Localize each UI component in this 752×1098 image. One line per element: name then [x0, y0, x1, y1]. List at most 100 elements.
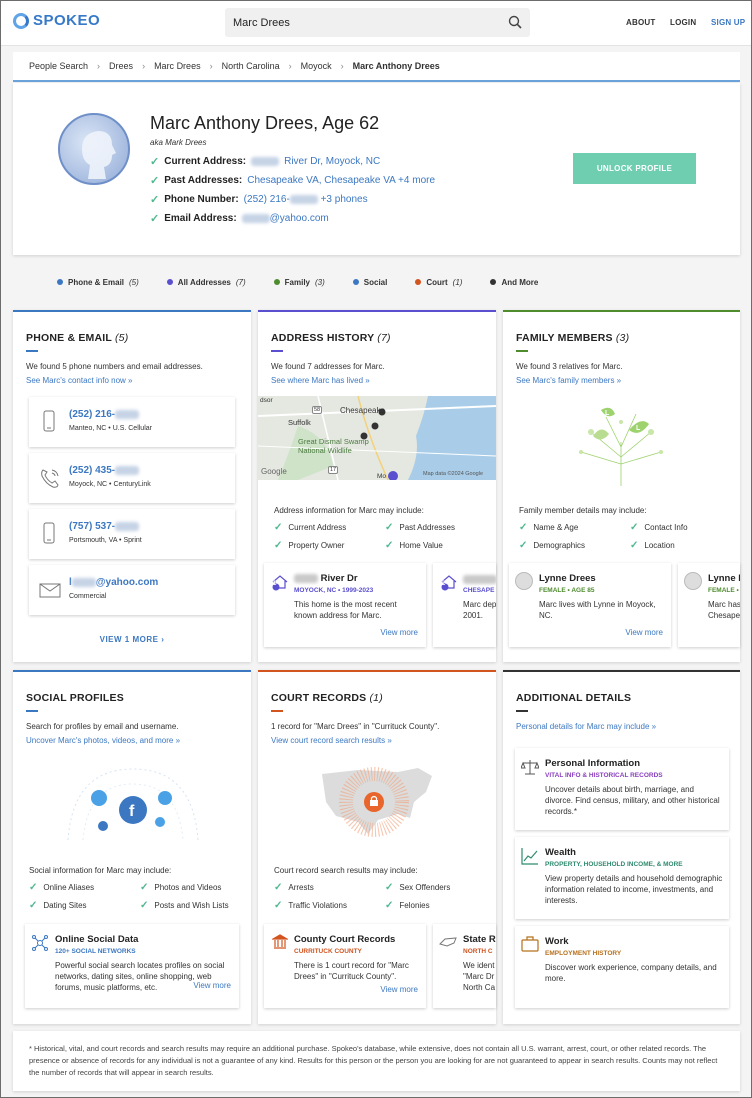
check-icon: ✓: [274, 882, 283, 893]
map-label: Mo: [377, 473, 387, 480]
state-record-item[interactable]: State R NORTH C We ident "Marc Dr North …: [433, 924, 496, 1008]
view-more-link[interactable]: View more: [380, 628, 418, 637]
chevron-right-icon: ›: [209, 61, 213, 71]
redacted-text: [294, 573, 318, 583]
view-more-link[interactable]: View more: [625, 628, 663, 637]
email-label: Email Address:: [164, 213, 237, 224]
past-addresses-link[interactable]: Chesapeake VA, Chesapeake VA +4 more: [247, 175, 435, 186]
feature-item: ✓ Contact Info: [630, 522, 688, 533]
landline-phone-icon: [41, 469, 59, 488]
view-more-link[interactable]: View more: [190, 981, 231, 990]
check-icon: ✓: [274, 900, 283, 911]
profile-card: Marc Anthony Drees, Age 62 aka Mark Dree…: [13, 83, 740, 255]
view-more-link[interactable]: View more: [380, 985, 418, 994]
email-meta: Commercial: [69, 593, 107, 600]
phone-item[interactable]: (757) 537- Portsmouth, VA • Sprint: [29, 509, 235, 559]
addresses-link[interactable]: See where Marc has lived »: [271, 376, 370, 385]
online-social-data-item[interactable]: Online Social Data 120+ SOCIAL NETWORKS …: [25, 924, 239, 1008]
county-court-item[interactable]: County Court Records CURRITUCK COUNTY Th…: [264, 924, 426, 1008]
tab-and-more[interactable]: And More: [490, 278, 538, 287]
email-item[interactable]: l @yahoo.com Commercial: [29, 565, 235, 615]
card-title: PHONE & EMAIL (5): [26, 332, 129, 344]
chevron-right-icon: ›: [142, 61, 146, 71]
item-title: Personal Information: [545, 758, 641, 769]
personal-info-item[interactable]: Personal Information VITAL INFO & HISTOR…: [515, 748, 729, 830]
nav-about[interactable]: ABOUT: [626, 18, 655, 27]
search-bar: [225, 8, 530, 37]
breadcrumb-item[interactable]: Drees: [109, 61, 133, 71]
tab-court[interactable]: Court (1): [415, 278, 462, 287]
top-header: SPOKEO ABOUT LOGIN SIGN UP: [0, 0, 752, 46]
check-icon: ✓: [150, 194, 160, 206]
family-member-item[interactable]: Lynne I FEMALE • Marc has Chesape: [678, 563, 740, 647]
phone-number: (252) 435-: [69, 465, 116, 476]
member-name: Lynne I: [708, 573, 740, 584]
chevron-right-icon: ›: [97, 61, 101, 71]
email-suffix: @yahoo.com: [269, 213, 329, 224]
person-name: Marc Anthony Drees, Age 62: [150, 113, 380, 133]
breadcrumb-item[interactable]: People Search: [29, 61, 88, 71]
family-member-item[interactable]: Lynne Drees FEMALE • AGE 85 Marc lives w…: [509, 563, 671, 647]
address-item[interactable]: 1 River Dr MOYOCK, NC • 1999-2023 This h…: [264, 563, 426, 647]
check-icon: ✓: [29, 900, 38, 911]
search-input[interactable]: [225, 8, 485, 37]
view-more-button[interactable]: VIEW 1 MORE ›: [13, 635, 251, 644]
phone-item[interactable]: (252) 216- Manteo, NC • U.S. Cellular: [29, 397, 235, 447]
card-title: SOCIAL PROFILES: [26, 692, 124, 704]
family-tree-icon: L L: [579, 407, 663, 486]
view-more-label: VIEW 1 MORE: [99, 635, 159, 644]
feature-item: ✓ Sex Offenders: [385, 882, 451, 893]
tab-family[interactable]: Family (3): [273, 278, 325, 287]
email-link[interactable]: @yahoo.com: [241, 213, 329, 224]
logo-text: SPOKEO: [33, 12, 101, 29]
social-link[interactable]: Uncover Marc's photos, videos, and more …: [26, 736, 180, 745]
dot-icon: [273, 279, 280, 285]
court-results-link[interactable]: View court record search results »: [271, 736, 392, 745]
phone-label: Phone Number:: [164, 194, 239, 205]
chevron-right-icon: ›: [161, 635, 165, 644]
phone-link[interactable]: (252) 216- +3 phones: [244, 194, 368, 205]
address-map[interactable]: Chesapeake Suffolk Great Dismal Swamp Na…: [258, 396, 496, 480]
current-address-link[interactable]: River Dr, Moyock, NC: [284, 156, 380, 167]
tab-all-addresses[interactable]: All Addresses (7): [166, 278, 246, 287]
work-item[interactable]: Work EMPLOYMENT HISTORY Discover work ex…: [515, 926, 729, 1008]
email-row: ✓ Email Address: @yahoo.com: [150, 212, 329, 225]
nav-signup[interactable]: SIGN UP: [711, 18, 745, 27]
check-icon: ✓: [385, 522, 394, 533]
spokeo-logo[interactable]: SPOKEO: [13, 12, 100, 29]
phone-number: (757) 537-: [69, 521, 116, 532]
breadcrumb-item[interactable]: Moyock: [301, 61, 332, 71]
contact-info-link[interactable]: See Marc's contact info now »: [26, 376, 132, 385]
card-desc: Search for profiles by email and usernam…: [26, 722, 179, 731]
breadcrumb-item[interactable]: North Carolina: [222, 61, 280, 71]
google-logo: Google: [261, 467, 287, 476]
chevron-right-icon: ›: [340, 61, 344, 71]
state-outline-icon: [439, 937, 457, 947]
wealth-item[interactable]: Wealth PROPERTY, HOUSEHOLD INCOME, & MOR…: [515, 837, 729, 919]
redacted-text: [463, 575, 496, 584]
tab-social[interactable]: Social: [352, 278, 387, 287]
nav-login[interactable]: LOGIN: [670, 18, 696, 27]
item-title: County Court Records: [294, 934, 396, 945]
breadcrumb-item[interactable]: Marc Drees: [154, 61, 201, 71]
mobile-phone-icon: [43, 522, 55, 544]
member-meta: FEMALE •: [708, 587, 739, 594]
phone-meta: Portsmouth, VA • Sprint: [69, 537, 142, 544]
dot-icon: [166, 279, 173, 285]
personal-details-link[interactable]: Personal details for Marc may include »: [516, 722, 656, 731]
breadcrumb: People Search › Drees › Marc Drees › North …: [13, 52, 740, 82]
include-label: Court record search results may include:: [274, 866, 418, 875]
phone-item[interactable]: (252) 435- Moyock, NC • CenturyLink: [29, 453, 235, 503]
search-icon[interactable]: [508, 15, 522, 29]
address-item[interactable]: 2 CHESAPE Marc dep 2001.: [433, 563, 496, 647]
item-text: Discover work experience, company detail…: [545, 963, 717, 983]
feature-item: ✓ Name & Age: [519, 522, 579, 533]
unlock-profile-button[interactable]: UNLOCK PROFILE: [573, 153, 696, 184]
tab-phone-email[interactable]: Phone & Email (5): [57, 278, 139, 287]
svg-text:f: f: [129, 803, 135, 820]
redacted-text: [289, 194, 318, 204]
family-link[interactable]: See Marc's family members »: [516, 376, 621, 385]
redacted-text: [241, 213, 270, 223]
scales-icon: [521, 760, 539, 775]
dot-icon: [352, 279, 359, 285]
